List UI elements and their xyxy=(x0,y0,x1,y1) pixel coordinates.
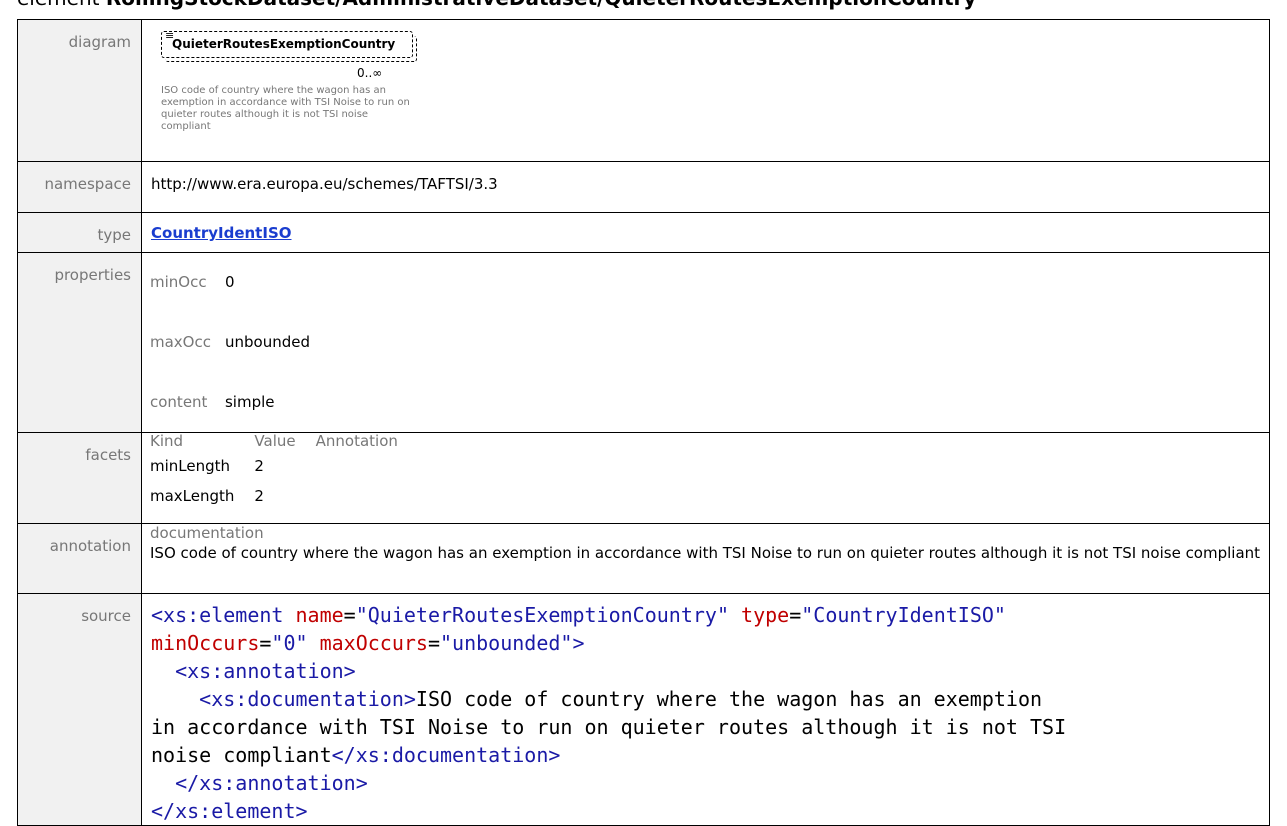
facets-header-value: Value xyxy=(254,432,296,450)
diagram-cell: ≡ QuieterRoutesExemptionCountry 0..∞ ISO… xyxy=(141,19,1270,162)
namespace-value: http://www.era.europa.eu/schemes/TAFTSI/… xyxy=(151,175,498,193)
sequence-icon: ≡ xyxy=(165,29,175,42)
label-type: type xyxy=(17,212,142,253)
property-value: simple xyxy=(224,393,275,411)
source-tag: </xs:annotation> xyxy=(175,771,368,795)
diagram-note: ISO code of country where the wagon has … xyxy=(161,85,410,132)
facets-cell: Kind Value Annotation minLength 2 maxLen… xyxy=(141,431,1270,524)
type-link[interactable]: CountryIdentISO xyxy=(151,224,292,242)
source-attr-value: "CountryIdentISO" xyxy=(801,603,1006,627)
facets-header-annotation: Annotation xyxy=(315,432,398,450)
annotation-cell: documentation ISO code of country where … xyxy=(141,523,1270,594)
facet-kind: maxLength xyxy=(150,487,235,505)
property-row: maxOcc unbounded xyxy=(150,312,324,372)
annotation-text: ISO code of country where the wagon has … xyxy=(150,544,1261,562)
source-text: ISO code of country where the wagon has … xyxy=(415,687,1043,711)
diagram-occurrence: 0..∞ xyxy=(357,66,383,80)
diagram-element-box[interactable]: ≡ QuieterRoutesExemptionCountry xyxy=(161,29,417,62)
title-path: RollingStockDataset/AdministrativeDatase… xyxy=(106,0,977,10)
property-value: 0 xyxy=(224,273,235,291)
source-tag: <xs:element xyxy=(151,603,284,627)
property-row: content simple xyxy=(150,372,324,432)
source-tag: <xs:annotation> xyxy=(175,659,356,683)
property-key: content xyxy=(150,393,208,411)
source-text: in accordance with TSI Noise to run on q… xyxy=(151,715,1067,739)
facet-value: 2 xyxy=(254,487,264,505)
property-key: minOcc xyxy=(150,273,207,291)
row-type: type CountryIdentISO xyxy=(17,212,1270,253)
source-tag: > xyxy=(572,631,585,655)
label-source: source xyxy=(17,593,142,826)
type-cell: CountryIdentISO xyxy=(141,212,1270,253)
row-diagram: diagram ≡ QuieterRoutesExemptionCountry … xyxy=(17,19,1270,162)
property-key: maxOcc xyxy=(150,333,211,351)
properties-cell: minOcc 0 maxOcc unbounded content simple xyxy=(141,252,1270,433)
source-tag: </xs:element> xyxy=(151,799,308,823)
facets-header-kind: Kind xyxy=(150,432,184,450)
source-attr-value: "unbounded" xyxy=(440,631,573,655)
properties-table: minOcc 0 maxOcc unbounded content simple xyxy=(150,252,324,432)
property-value: unbounded xyxy=(224,333,310,351)
row-facets: facets Kind Value Annotation minLength 2… xyxy=(17,431,1270,524)
diagram-element-name: QuieterRoutesExemptionCountry xyxy=(172,37,396,51)
facet-row: minLength 2 xyxy=(150,451,418,481)
source-tag: </xs:documentation> xyxy=(331,743,561,767)
source-attr-name: minOccurs xyxy=(151,631,260,655)
facet-value: 2 xyxy=(254,457,264,475)
page-title: element RollingStockDataset/Administrati… xyxy=(17,0,976,10)
source-code: <xs:element name="QuieterRoutesExemption… xyxy=(151,603,1067,823)
namespace-cell: http://www.era.europa.eu/schemes/TAFTSI/… xyxy=(141,161,1270,213)
facets-header-row: Kind Value Annotation xyxy=(150,431,418,451)
row-annotation: annotation documentation ISO code of cou… xyxy=(17,523,1270,594)
source-attr-name: type xyxy=(741,603,790,627)
label-facets: facets xyxy=(17,432,142,524)
source-tag: <xs:documentation> xyxy=(199,687,416,711)
row-properties: properties minOcc 0 maxOcc unbounded con… xyxy=(17,252,1270,433)
source-attr-value: "QuieterRoutesExemptionCountry" xyxy=(355,603,729,627)
label-namespace: namespace xyxy=(17,161,142,213)
label-properties: properties xyxy=(17,252,142,433)
annotation-heading: documentation xyxy=(150,524,264,542)
title-prefix: element xyxy=(17,0,99,10)
facets-table: Kind Value Annotation minLength 2 maxLen… xyxy=(150,431,418,511)
facet-row: maxLength 2 xyxy=(150,481,418,511)
property-row: minOcc 0 xyxy=(150,252,324,312)
source-attr-name: name xyxy=(295,603,344,627)
source-cell: <xs:element name="QuieterRoutesExemption… xyxy=(141,593,1270,826)
source-attr-value: "0" xyxy=(271,631,308,655)
label-annotation: annotation xyxy=(17,523,142,594)
facet-kind: minLength xyxy=(150,457,231,475)
row-source: source <xs:element name="QuieterRoutesEx… xyxy=(17,593,1270,826)
label-diagram: diagram xyxy=(17,19,142,162)
row-namespace: namespace http://www.era.europa.eu/schem… xyxy=(17,161,1270,213)
element-doc-table: diagram ≡ QuieterRoutesExemptionCountry … xyxy=(17,19,1270,826)
element-diagram: ≡ QuieterRoutesExemptionCountry 0..∞ ISO… xyxy=(142,20,1269,161)
source-text: noise compliant xyxy=(151,743,332,767)
facet-annotation xyxy=(316,481,418,511)
source-attr-name: maxOccurs xyxy=(319,631,428,655)
facet-annotation xyxy=(316,451,418,481)
